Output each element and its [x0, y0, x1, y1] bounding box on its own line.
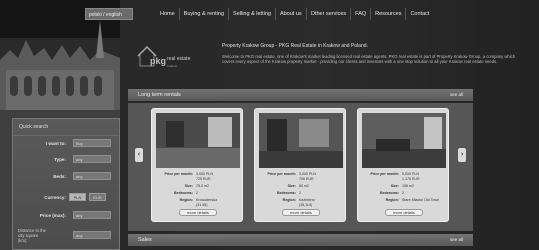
- brand-tagline: Krakow: [167, 64, 178, 68]
- size-value: 80 m2: [299, 184, 309, 188]
- qs-row-price: Price (max): any: [13, 211, 121, 221]
- listing-carousel: ‹ › Price per month: 3,000 PLN 725 EUR Si…: [128, 103, 473, 231]
- region-extra: (31.55): [196, 203, 208, 207]
- listing-card[interactable]: Price per month: 3,000 PLN 725 EUR Size: 7…: [151, 108, 243, 222]
- region-extra: (35,114): [299, 203, 313, 207]
- nav-buying-renting[interactable]: Buying & renting: [180, 8, 230, 20]
- price-eur: 725 EUR: [196, 177, 211, 181]
- quick-search-title: Quick search: [13, 119, 119, 136]
- intent-select[interactable]: Buy: [73, 139, 111, 147]
- qs-row-beds: Beds: any: [13, 172, 121, 182]
- beds-select[interactable]: any: [73, 172, 111, 180]
- brand-subtitle: real estate: [167, 56, 191, 62]
- size-label: Size:: [184, 184, 193, 188]
- size-value: 75.0 m2: [196, 184, 209, 188]
- bedrooms-value: 2: [402, 191, 404, 195]
- qs-row-intent: I want to: Buy: [13, 139, 121, 149]
- brand-wordmark: pkg: [150, 56, 167, 66]
- long-term-rentals-header: Long term rentals see all: [128, 89, 473, 101]
- listing-photo: [362, 113, 446, 168]
- nav-other-services[interactable]: Other services: [307, 8, 352, 20]
- qs-row-type: Type: any: [13, 155, 121, 165]
- qs-label: I want to:: [45, 141, 66, 146]
- price-eur: 1,176 EUR: [402, 177, 420, 181]
- bedrooms-label: Bedrooms:: [277, 191, 296, 195]
- see-all-link[interactable]: see all: [450, 237, 463, 242]
- size-value: 106 m2: [402, 184, 414, 188]
- intro-body: Welcome to PKG real estate, one of Krako…: [222, 53, 516, 65]
- brand-logo[interactable]: pkg real estate Krakow: [136, 44, 236, 70]
- listing-card[interactable]: Price per month: 3,000 PLN 706 EUR Size: 8…: [254, 108, 346, 222]
- listing-card[interactable]: Price per month: 5,000 PLN 1,176 EUR Size…: [357, 108, 449, 222]
- section-title: Long term rentals: [138, 92, 181, 98]
- bedrooms-value: 2: [196, 191, 198, 195]
- intro-heading: Property Krakow Group - PKG Real Estate …: [222, 43, 368, 49]
- region-value: Stare Miasto/ Old Town: [402, 198, 440, 202]
- top-navigation: polski / english Home Buying & renting S…: [85, 8, 539, 22]
- size-label: Size:: [390, 184, 399, 188]
- main-menu: Home Buying & renting Selling & letting …: [156, 8, 433, 20]
- distance-select[interactable]: any: [73, 231, 111, 239]
- more-details-button[interactable]: more details: [282, 209, 320, 216]
- chevron-left-icon[interactable]: ‹: [135, 148, 143, 162]
- region-label: Region:: [385, 198, 399, 202]
- section-title: Sales: [138, 237, 152, 243]
- currency-pln-button[interactable]: PLN: [69, 193, 86, 201]
- price-eur: 706 EUR: [299, 177, 314, 181]
- nav-resources[interactable]: Resources: [371, 8, 407, 20]
- price-select[interactable]: any: [73, 211, 111, 219]
- nav-home[interactable]: Home: [156, 8, 180, 20]
- nav-about-us[interactable]: About us: [276, 8, 307, 20]
- size-label: Size:: [287, 184, 296, 188]
- intro-block: Property Krakow Group - PKG Real Estate …: [222, 43, 522, 65]
- bedrooms-label: Bedrooms:: [380, 191, 399, 195]
- qs-label: Price (max):: [39, 213, 66, 218]
- nav-contact[interactable]: Contact: [406, 8, 433, 20]
- more-details-button[interactable]: more details: [385, 209, 423, 216]
- currency-eur-button[interactable]: EUR: [89, 193, 106, 201]
- qs-row-currency: Currency: PLN EUR: [13, 193, 121, 203]
- listing-photo: [259, 113, 343, 168]
- nav-faq[interactable]: FAQ: [351, 8, 372, 20]
- type-select[interactable]: any: [73, 155, 111, 163]
- language-select[interactable]: polski / english: [85, 8, 133, 20]
- bedrooms-label: Bedrooms:: [174, 191, 193, 195]
- qs-label: Beds:: [53, 174, 66, 179]
- chevron-right-icon[interactable]: ›: [458, 148, 466, 162]
- distance-label: Distance to the city square (km):: [18, 228, 46, 243]
- qs-label: Currency:: [44, 195, 66, 200]
- qs-label: Type:: [54, 157, 66, 162]
- sales-header: Sales see all: [128, 234, 473, 246]
- more-details-button[interactable]: more details: [179, 209, 217, 216]
- nav-selling-letting[interactable]: Selling & letting: [229, 8, 276, 20]
- bedrooms-value: 2: [299, 191, 301, 195]
- see-all-link[interactable]: see all: [450, 92, 463, 97]
- listing-photo: [156, 113, 240, 168]
